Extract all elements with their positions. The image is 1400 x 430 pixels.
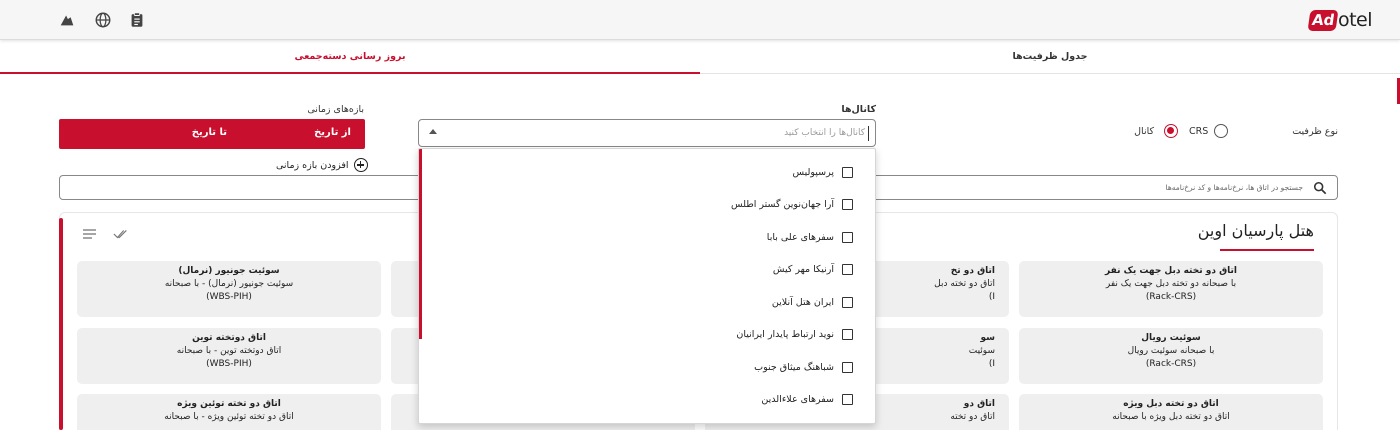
- radio-channel[interactable]: [1164, 124, 1178, 138]
- to-date-button[interactable]: تا تاریخ: [192, 127, 227, 138]
- channel-option-label: شباهنگ میثاق جنوب: [754, 361, 834, 373]
- room-card[interactable]: اتاق دو تخته توئین ویژه اتاق دو تخته توئی…: [77, 394, 381, 430]
- channel-option[interactable]: سفرهای علاءالدین: [761, 392, 853, 408]
- room-card-desc: اتاق دو تخته دبل ویژه با صبحانه: [1112, 412, 1230, 422]
- channel-checkbox[interactable]: [842, 394, 853, 405]
- channel-checkbox[interactable]: [842, 166, 853, 178]
- hotel-title: هتل پارسیان اوین: [1197, 221, 1314, 240]
- hotel-title-underline: [1220, 249, 1314, 251]
- top-bar: ⌄ Ad otel: [0, 0, 1400, 40]
- tab-capacity-table[interactable]: جدول ظرفیت‌ها: [700, 40, 1400, 74]
- app-logo[interactable]: Ad otel: [1307, 7, 1373, 33]
- logo-ad-text: Ad: [1307, 9, 1339, 31]
- room-card-desc: با صبحانه دو تخته دبل جهت یک نفر: [1105, 279, 1237, 289]
- channel-option[interactable]: آرا جهان‌نوین گستر اطلس: [731, 197, 853, 213]
- channel-option[interactable]: ایران هتل آنلاین: [772, 294, 853, 310]
- channel-option-label: نوید ارتباط پایدار ایرانیان: [736, 329, 834, 340]
- channel-option[interactable]: شباهنگ میثاق جنوب: [754, 359, 853, 375]
- radio-channel-label: کانال: [1134, 126, 1154, 137]
- room-card[interactable]: سوئیت رویال با صبحانه سوئیت رویال (Rack-CR…: [1019, 328, 1323, 384]
- channel-option-label: ایران هتل آنلاین: [771, 296, 834, 308]
- room-card-title: سوئیت رویال: [1141, 333, 1201, 343]
- clipboard-icon[interactable]: [128, 11, 146, 29]
- tab-bulk-update[interactable]: بروز رسانی دسته‌جمعی: [0, 40, 700, 74]
- from-date-button[interactable]: از تاریخ: [314, 127, 351, 138]
- channel-option[interactable]: آرنیکا مهر کیش: [773, 262, 853, 278]
- channel-option-label: آرنیکا مهر کیش: [772, 264, 834, 275]
- search-placeholder: جستجو در اتاق ها، نرخ‌نامه‌ها و کد نرخ‌ن…: [1165, 183, 1303, 192]
- channel-checkbox[interactable]: [842, 231, 853, 243]
- double-check-icon[interactable]: [113, 228, 129, 240]
- add-range-button[interactable]: افزودن بازه زمانی: [276, 158, 368, 172]
- room-card[interactable]: اتاق دو تخته دبل جهت یک نفر با صبحانه دو …: [1019, 261, 1323, 317]
- room-card-title: اتاق دوتخته توین: [192, 333, 266, 343]
- room-card[interactable]: اتاق دوتخته توین اتاق دوتخته توین - با صب…: [77, 328, 381, 384]
- room-card-code: (Rack-CRS): [1145, 359, 1197, 369]
- tab-bar: جدول ظرفیت‌ها بروز رسانی دسته‌جمعی: [0, 40, 1400, 74]
- channel-checkbox[interactable]: [842, 329, 853, 340]
- channel-checkbox[interactable]: [842, 264, 853, 275]
- room-card-title: اتاق دو تخته دبل جهت یک نفر: [1105, 266, 1237, 276]
- room-card-code: (Rack-CRS): [1145, 292, 1197, 302]
- caret-up-icon[interactable]: [429, 129, 437, 134]
- logo-otel-text: otel: [1337, 9, 1373, 31]
- channel-option-label: پرسپولیس: [792, 166, 835, 178]
- date-ranges-label: بازه‌های زمانی: [307, 104, 364, 115]
- radio-crs-label: CRS: [1189, 126, 1209, 137]
- room-card-code: (WBS-PIH): [206, 359, 252, 369]
- channels-label: کانال‌ها: [841, 104, 876, 115]
- room-card-desc: با صبحانه سوئیت رویال: [1127, 346, 1215, 356]
- channel-option[interactable]: نوید ارتباط پایدار ایرانیان: [736, 327, 853, 343]
- channel-option-label: سفرهای علی بابا: [766, 231, 834, 243]
- room-card[interactable]: سوئیت جونیور (نرمال) سوئیت جونیور (نرمال)…: [77, 261, 381, 317]
- channel-option-label: آرا جهان‌نوین گستر اطلس: [730, 199, 834, 210]
- room-card-title: سوئیت جونیور (نرمال): [178, 266, 280, 276]
- channel-checkbox[interactable]: [842, 361, 853, 373]
- room-card[interactable]: اتاق دو تخته دبل ویژه اتاق دو تخته دبل وی…: [1019, 394, 1323, 430]
- capacity-type-label: نوع ظرفیت: [1292, 126, 1338, 137]
- channel-option[interactable]: پرسپولیس: [792, 164, 853, 180]
- menu-lines-icon[interactable]: [82, 228, 98, 240]
- room-card-desc: سوئیت جونیور (نرمال) - با صبحانه: [164, 279, 294, 289]
- panel-accent-bar: [59, 218, 63, 430]
- channel-option-label: سفرهای علاءالدین: [761, 394, 834, 405]
- channel-checkbox[interactable]: [842, 296, 853, 308]
- channels-placeholder: کانال‌ها را انتخاب کنید: [784, 128, 865, 138]
- text-cursor: [868, 126, 869, 141]
- room-card-title: اتاق دو تخته توئین ویژه: [177, 399, 281, 409]
- channels-dropdown: پرسپولیس آرا جهان‌نوین گستر اطلس سفرهای عل…: [418, 148, 876, 424]
- channel-option[interactable]: سفرهای علی بابا: [767, 229, 853, 245]
- room-card-title: اتاق دو تخته دبل ویژه: [1123, 399, 1219, 409]
- search-icon[interactable]: [1313, 181, 1327, 195]
- radio-crs[interactable]: [1214, 124, 1228, 138]
- globe-icon[interactable]: [94, 11, 112, 29]
- room-card-code: (WBS-PIH): [206, 292, 252, 302]
- channels-select[interactable]: کانال‌ها را انتخاب کنید: [418, 119, 876, 147]
- theme-toggle-icon[interactable]: [58, 11, 76, 29]
- channel-checkbox[interactable]: [842, 199, 853, 210]
- date-range-picker[interactable]: از تاریخ تا تاریخ: [59, 119, 365, 149]
- room-card-desc: اتاق دو تخته توئین ویژه - با صبحانه: [164, 412, 294, 422]
- room-card-desc: اتاق دوتخته توین - با صبحانه: [176, 346, 282, 356]
- plus-circle-icon: [353, 158, 368, 172]
- dropdown-scrollbar[interactable]: [419, 149, 422, 339]
- add-range-label: افزودن بازه زمانی: [276, 159, 349, 171]
